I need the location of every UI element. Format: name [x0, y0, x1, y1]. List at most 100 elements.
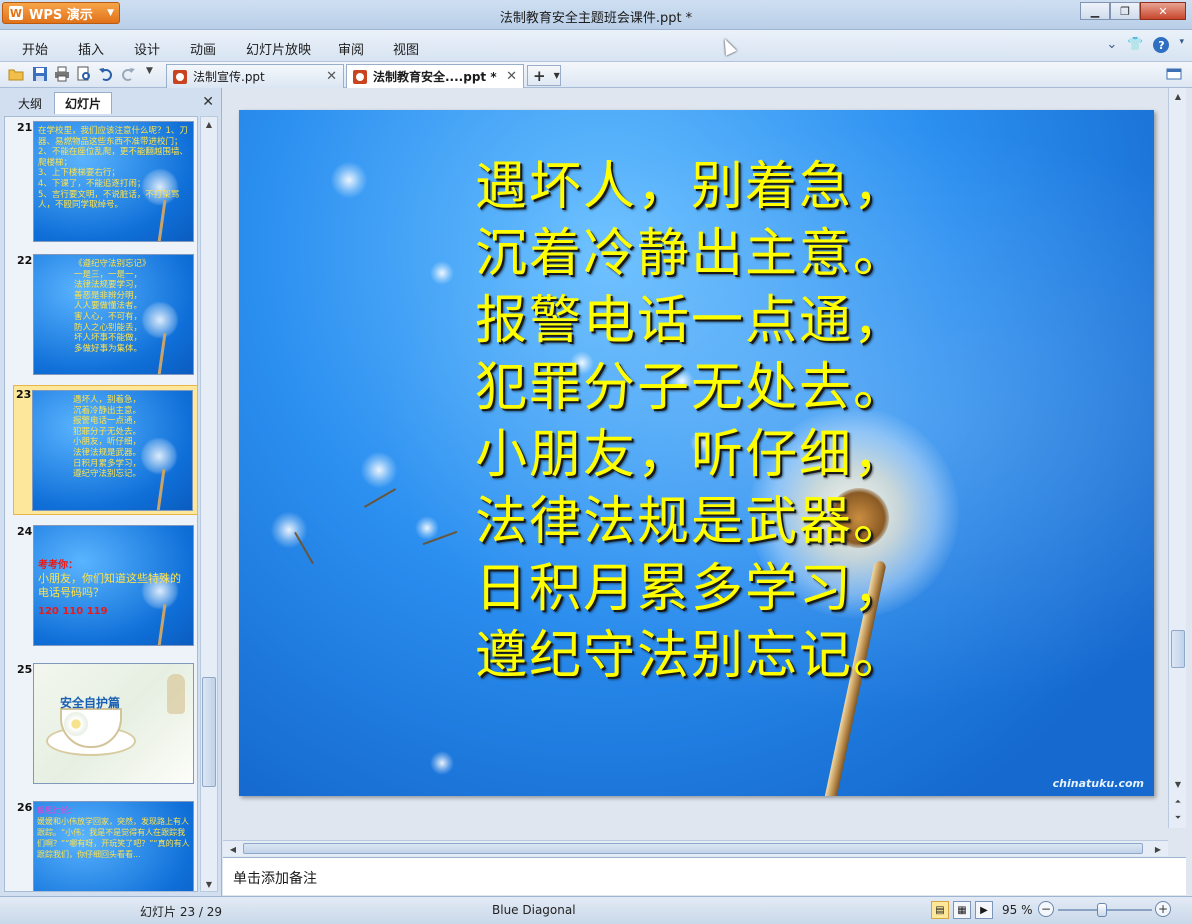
- thumbnail-number: 25: [17, 663, 33, 676]
- thumbnail-image: 安全自护篇: [33, 663, 194, 784]
- slide-vertical-scrollbar[interactable]: ▲ ▼ ⏶ ⏷: [1168, 88, 1186, 828]
- menu-slideshow[interactable]: 幻灯片放映: [246, 39, 311, 58]
- thumbnail-title: 安全自护篇: [60, 696, 121, 710]
- menu-right-icons: ⌄ 👕 ? ▾: [1106, 37, 1184, 53]
- menu-animation[interactable]: 动画: [190, 39, 216, 58]
- chevron-down-icon: ▼: [553, 71, 560, 80]
- watermark: chinatuku.com: [1052, 777, 1144, 790]
- menu-home[interactable]: 开始: [22, 39, 48, 58]
- maximize-button[interactable]: ❐: [1110, 2, 1140, 20]
- slide-text-line: 日积月累多学习，: [475, 559, 908, 619]
- title-bar: W WPS 演示 ▼ 法制教育安全主题班会课件.ppt * ▁ ❐ ✕: [0, 0, 1192, 30]
- seed-graphic: [359, 450, 399, 490]
- notes-pane[interactable]: 单击添加备注: [223, 857, 1186, 895]
- restore-panel-icon[interactable]: [1166, 66, 1182, 82]
- thumbnail-number: 26: [17, 801, 33, 814]
- doc-tab-1[interactable]: 法制宣传.ppt ✕: [166, 64, 344, 88]
- scroll-left-icon[interactable]: ◀: [225, 841, 241, 857]
- chevron-down-icon[interactable]: ▾: [1179, 37, 1184, 53]
- zoom-out-button[interactable]: −: [1038, 901, 1054, 917]
- menu-review[interactable]: 审阅: [338, 39, 364, 58]
- quick-access-toolbar: ▼ 法制宣传.ppt ✕ 法制教育安全....ppt * ✕ + ▼: [0, 62, 1192, 88]
- scroll-down-icon[interactable]: ▼: [201, 877, 217, 891]
- thumbnail-number: 21: [17, 121, 33, 134]
- seed-graphic: [429, 260, 455, 286]
- thumbnail-image: 在学校里，我们应该注意什么呢？1、刀器、易燃物品这些东西不准带进校门； 2、不能…: [33, 121, 194, 242]
- zoom-slider-handle[interactable]: [1097, 903, 1107, 917]
- normal-view-icon[interactable]: ▤: [931, 901, 949, 919]
- slide-sorter-view-icon[interactable]: ▦: [953, 901, 971, 919]
- scrollbar-thumb[interactable]: [243, 843, 1143, 854]
- theme-name: Blue Diagonal: [492, 903, 576, 917]
- collapse-ribbon-icon[interactable]: ⌄: [1106, 37, 1117, 53]
- slide-text-line: 法律法规是武器。: [475, 492, 908, 552]
- ppt-file-icon: [173, 69, 187, 84]
- new-tab-button[interactable]: + ▼: [527, 65, 561, 86]
- status-bar: 幻灯片 23 / 29 Blue Diagonal ▤ ▦ ▶ 95 % − +: [0, 896, 1192, 924]
- slide-position-indicator: 幻灯片 23 / 29: [140, 905, 223, 919]
- thumbnail-slide-21[interactable]: 21 在学校里，我们应该注意什么呢？1、刀器、易燃物品这些东西不准带进校门； 2…: [5, 119, 197, 245]
- view-switcher: ▤ ▦ ▶: [931, 901, 993, 919]
- doc-tab-label: 法制宣传.ppt: [193, 70, 265, 84]
- zoom-in-button[interactable]: +: [1155, 901, 1171, 917]
- thumbnail-label: 反思讨论：: [37, 806, 77, 815]
- slide-text-box[interactable]: 遇坏人，别着急， 沉着冷静出主意。 报警电话一点通， 犯罪分子无处去。 小朋友，…: [475, 154, 905, 690]
- slide-text-line: 报警电话一点通，: [475, 291, 908, 351]
- slide-editor: 遇坏人，别着急， 沉着冷静出主意。 报警电话一点通， 犯罪分子无处去。 小朋友，…: [223, 88, 1168, 828]
- thumbnail-slide-24[interactable]: 24 考考你： 小朋友，你们知道这些特殊的电话号码吗？ 120 110 119: [5, 523, 197, 649]
- scrollbar-thumb[interactable]: [202, 677, 216, 787]
- scroll-down-icon[interactable]: ▼: [1169, 776, 1187, 792]
- redo-icon[interactable]: [120, 66, 136, 82]
- tab-slides[interactable]: 幻灯片: [54, 92, 112, 114]
- save-icon[interactable]: [32, 66, 48, 82]
- thumbnail-slide-22[interactable]: 22 《遵纪守法别忘记》 一是三，一是一， 法律法规要学习， 善恶是非辨分明， …: [5, 252, 197, 378]
- thumbnail-slide-25[interactable]: 25 安全自护篇: [5, 661, 197, 787]
- slide-text-line: 犯罪分子无处去。: [475, 358, 908, 418]
- close-icon[interactable]: ✕: [202, 94, 214, 110]
- undo-icon[interactable]: [98, 66, 114, 82]
- thumbnail-text: 遇坏人，别着急， 沉着冷静出主意。 报警电话一点通， 犯罪分子无处去。 小朋友，…: [73, 395, 142, 480]
- close-icon[interactable]: ✕: [326, 69, 337, 84]
- flower-graphic: [64, 712, 88, 736]
- slide-text-line: 遇坏人，别着急，: [475, 157, 908, 217]
- window-controls: ▁ ❐ ✕: [1080, 2, 1186, 20]
- scroll-right-icon[interactable]: ▶: [1150, 841, 1166, 857]
- close-button[interactable]: ✕: [1140, 2, 1186, 20]
- slide-text-line: 小朋友，听仔细，: [475, 425, 908, 485]
- slide-text-line: 沉着冷静出主意。: [475, 224, 908, 284]
- doc-tab-2[interactable]: 法制教育安全....ppt * ✕: [346, 64, 524, 88]
- thumbnail-text: 小朋友，你们知道这些特殊的电话号码吗？: [38, 572, 181, 599]
- seed-graphic: [429, 750, 455, 776]
- menu-insert[interactable]: 插入: [78, 39, 104, 58]
- thumbnail-slide-23[interactable]: 23 遇坏人，别着急， 沉着冷静出主意。 报警电话一点通， 犯罪分子无处去。 小…: [13, 385, 197, 515]
- open-folder-icon[interactable]: [8, 66, 24, 82]
- customize-toolbar-icon[interactable]: ▼: [146, 66, 162, 82]
- menu-view[interactable]: 视图: [393, 39, 419, 58]
- scroll-up-icon[interactable]: ▲: [201, 117, 217, 131]
- print-icon[interactable]: [54, 66, 70, 82]
- skin-icon[interactable]: 👕: [1127, 37, 1143, 53]
- thumbnail-text: 反思讨论： 媛媛和小伟放学回家，突然，发现路上有人跟踪。“小伟：我是不是觉得有人…: [37, 805, 190, 860]
- scrollbar-thumb[interactable]: [1171, 630, 1185, 668]
- slideshow-view-icon[interactable]: ▶: [975, 901, 993, 919]
- seed-graphic: [329, 160, 369, 200]
- thumbnail-body: 媛媛和小伟放学回家，突然，发现路上有人跟踪。“小伟：我是不是觉得有人在跟踪我们啊…: [37, 817, 190, 859]
- thumbnail-image: 遇坏人，别着急， 沉着冷静出主意。 报警电话一点通， 犯罪分子无处去。 小朋友，…: [32, 390, 193, 511]
- scroll-up-icon[interactable]: ▲: [1169, 88, 1187, 104]
- tab-outline[interactable]: 大纲: [8, 92, 52, 114]
- next-slide-icon[interactable]: ⏷: [1169, 810, 1187, 826]
- panel-scrollbar[interactable]: ▲ ▼: [200, 116, 218, 892]
- current-slide[interactable]: 遇坏人，别着急， 沉着冷静出主意。 报警电话一点通， 犯罪分子无处去。 小朋友，…: [239, 110, 1154, 796]
- bottle-graphic: [167, 674, 185, 714]
- previous-slide-icon[interactable]: ⏶: [1169, 794, 1187, 810]
- help-icon[interactable]: ?: [1153, 37, 1170, 53]
- close-icon[interactable]: ✕: [506, 69, 517, 84]
- minimize-button[interactable]: ▁: [1080, 2, 1110, 20]
- thumbnail-slide-26[interactable]: 26 反思讨论： 媛媛和小伟放学回家，突然，发现路上有人跟踪。“小伟：我是不是觉…: [5, 799, 197, 891]
- doc-tab-label: 法制教育安全....ppt *: [373, 70, 497, 84]
- thumbnail-text: 《遵纪守法别忘记》 一是三，一是一， 法律法规要学习， 善恶是非辨分明， 人人要…: [74, 259, 151, 354]
- slide-horizontal-scrollbar[interactable]: ◀ ▶: [223, 840, 1168, 856]
- print-preview-icon[interactable]: [76, 66, 92, 82]
- slide-text-line: 遵纪守法别忘记。: [475, 626, 908, 686]
- menu-design[interactable]: 设计: [134, 39, 160, 58]
